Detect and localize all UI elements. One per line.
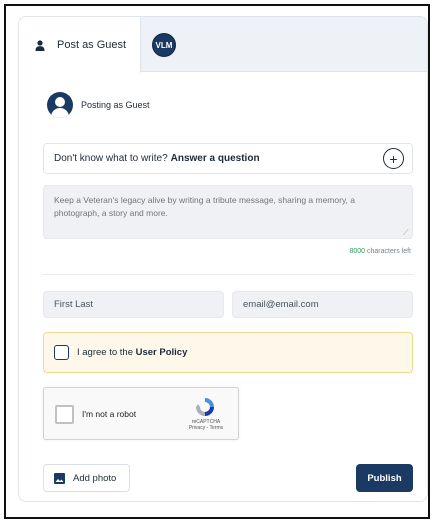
agree-prefix: I agree to the [77, 347, 133, 358]
recaptcha-label: I'm not a robot [82, 409, 137, 419]
publish-button[interactable]: Publish [356, 464, 413, 492]
recaptcha-brand: reCAPTCHA Privacy - Terms [178, 419, 234, 431]
posting-label: Posting as Guest [81, 100, 150, 110]
name-input[interactable]: First Last [43, 291, 224, 318]
resize-grip-icon[interactable]: ⟋ [403, 229, 409, 237]
characters-left-count: 8000 [349, 248, 366, 255]
page-frame: Post as Guest VLM Posting as Guest Don't… [4, 4, 430, 519]
tab-guest-label: Post as Guest [57, 39, 127, 51]
user-policy-link[interactable]: User Policy [136, 347, 188, 358]
plus-circle-icon[interactable]: + [383, 148, 404, 169]
email-placeholder: email@email.com [243, 299, 319, 310]
photo-icon [54, 472, 65, 484]
tab-bar: Post as Guest VLM [19, 17, 427, 73]
recaptcha-links[interactable]: Privacy - Terms [178, 425, 234, 431]
guest-avatar-icon [47, 92, 73, 118]
characters-left: 8000 characters left [350, 248, 412, 255]
agree-checkbox[interactable] [54, 345, 69, 360]
tab-post-as-guest[interactable]: Post as Guest [19, 17, 141, 73]
question-text: Don't know what to write? [54, 153, 168, 164]
tab-vlm-label: VLM [155, 40, 173, 50]
email-input[interactable]: email@email.com [232, 291, 413, 318]
divider [43, 274, 413, 275]
tribute-message-input[interactable] [43, 185, 413, 239]
post-card: Post as Guest VLM Posting as Guest Don't… [18, 16, 428, 502]
recaptcha-checkbox[interactable] [55, 405, 74, 424]
recaptcha-logo-icon [196, 398, 214, 416]
name-placeholder: First Last [54, 299, 94, 310]
answer-question-link[interactable]: Answer a question [171, 153, 260, 164]
recaptcha-widget: I'm not a robot reCAPTCHA Privacy - Term… [43, 387, 239, 440]
agree-text: I agree to the User Policy [77, 347, 187, 358]
tab-vlm-avatar[interactable]: VLM [152, 33, 176, 57]
answer-question-row[interactable]: Don't know what to write? Answer a quest… [43, 143, 413, 174]
add-photo-label: Add photo [73, 472, 117, 484]
user-icon [35, 39, 45, 51]
agree-user-policy[interactable]: I agree to the User Policy [43, 332, 413, 373]
add-photo-button[interactable]: Add photo [43, 464, 130, 492]
posting-as-guest: Posting as Guest [47, 92, 150, 118]
characters-left-suffix: characters left [365, 248, 411, 255]
